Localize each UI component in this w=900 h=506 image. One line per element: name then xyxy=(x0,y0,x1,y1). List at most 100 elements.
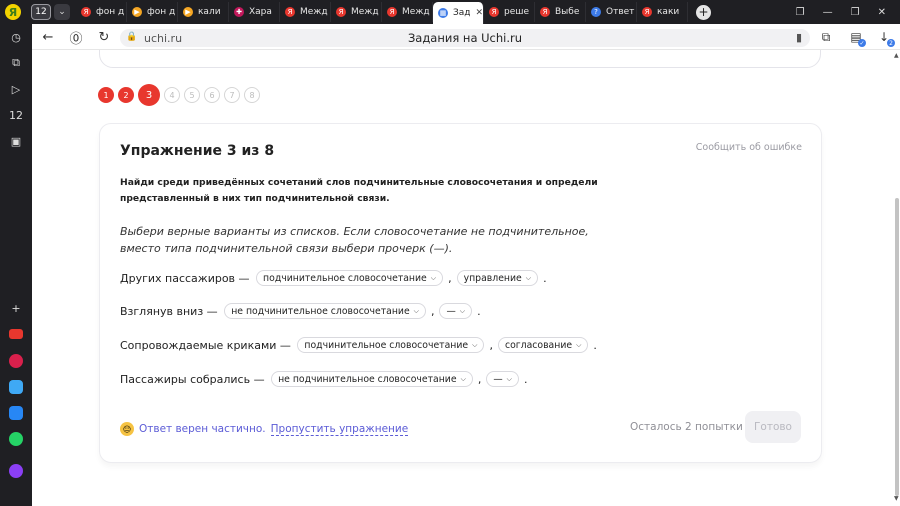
youtube-icon[interactable] xyxy=(8,326,24,342)
window-controls: ❐ — ❐ ✕ xyxy=(796,7,886,18)
minimize-icon[interactable]: — xyxy=(823,7,833,18)
downloads-icon[interactable]: ↓ 2 xyxy=(876,29,895,47)
tab-label: кали xyxy=(198,7,221,17)
chevron-down-icon: ⌵ xyxy=(506,374,512,383)
phrase-kind-select[interactable]: не подчинительное словосочетание ⌵ xyxy=(224,303,426,319)
page-scrollbar[interactable]: ▲ ▼ xyxy=(894,50,900,506)
back-arrow-icon[interactable]: ← xyxy=(40,29,56,45)
address-bar: ← ⓪ ↻ 🔒 uchi.ru Задания на Uchi.ru ▮ ⧉ ▤… xyxy=(32,24,900,50)
messenger-icon[interactable] xyxy=(8,379,24,395)
link-type-select-value: — xyxy=(493,373,503,385)
tab-favicon-icon: Я xyxy=(336,7,346,17)
tab-label: Выбе xyxy=(555,7,580,17)
step-3[interactable]: 3 xyxy=(138,84,160,106)
period: . xyxy=(477,304,481,318)
tab-3[interactable]: ✚ Хара xyxy=(229,2,280,22)
close-window-icon[interactable]: ✕ xyxy=(878,7,886,18)
whatsapp-icon[interactable] xyxy=(8,431,24,447)
tab-6[interactable]: Я Межд xyxy=(382,2,433,22)
browser-sidebar: ◷ ⧉ ▷ 12 ▣ + xyxy=(0,24,32,506)
skip-exercise-link[interactable]: Пропустить упражнение xyxy=(270,423,409,436)
history-icon[interactable]: ◷ xyxy=(8,29,24,45)
tab-10[interactable]: ? Ответ xyxy=(586,2,637,22)
link-type-select[interactable]: управление ⌵ xyxy=(456,270,539,286)
add-panel-icon[interactable]: + xyxy=(8,300,24,316)
vk-icon[interactable] xyxy=(8,405,24,421)
step-7[interactable]: 7 xyxy=(224,87,240,103)
step-4[interactable]: 4 xyxy=(164,87,180,103)
tab-count-button[interactable]: 12 xyxy=(31,4,51,20)
step-6[interactable]: 6 xyxy=(204,87,220,103)
tab-0[interactable]: Яфон д xyxy=(76,2,127,22)
chevron-down-icon: ⌵ xyxy=(460,374,466,383)
chevron-down-icon: ⌵ xyxy=(430,273,437,282)
tab-label: реше xyxy=(504,7,530,17)
bookmarks-icon[interactable]: ⧉ xyxy=(8,55,24,71)
step-8[interactable]: 8 xyxy=(244,87,260,103)
play-icon[interactable]: ▷ xyxy=(8,81,24,97)
phrase-kind-select[interactable]: подчинительное словосочетание ⌵ xyxy=(297,337,485,353)
link-type-select[interactable]: — ⌵ xyxy=(486,371,519,387)
phrase-text: Других пассажиров — xyxy=(120,271,250,285)
maximize-icon[interactable]: ❐ xyxy=(851,7,860,18)
link-type-select[interactable]: — ⌵ xyxy=(439,303,473,319)
scroll-thumb[interactable] xyxy=(895,198,899,496)
chevron-down-icon: ⌵ xyxy=(459,306,466,315)
phrase-kind-select[interactable]: не подчинительное словосочетание ⌵ xyxy=(271,371,473,387)
exercise-row: Других пассажиров — подчинительное слово… xyxy=(120,270,549,286)
scroll-up-icon[interactable]: ▲ xyxy=(894,52,899,59)
step-2[interactable]: 2 xyxy=(118,87,134,103)
period: . xyxy=(523,372,528,386)
comma: , xyxy=(430,304,435,318)
step-5[interactable]: 5 xyxy=(184,87,200,103)
tab-count-sidebar-icon[interactable]: 12 xyxy=(8,107,24,123)
link-type-select-value: управление xyxy=(463,272,522,284)
tab-favicon-icon: ? xyxy=(591,7,601,17)
period: . xyxy=(593,338,597,352)
extension-icon[interactable]: ▤ ✓ xyxy=(848,29,866,47)
hint-text: Выбери верные варианты из списков. Если … xyxy=(120,225,589,255)
tab-2[interactable]: ▶ кали xyxy=(178,2,229,22)
tab-close-icon[interactable]: ✕ xyxy=(476,8,483,18)
collections-icon[interactable]: ❐ xyxy=(796,7,805,18)
phrase-kind-select-value: не подчинительное словосочетание xyxy=(231,305,410,317)
phrase-kind-select[interactable]: подчинительное словосочетание ⌵ xyxy=(256,270,444,286)
reader-mode-icon[interactable]: ⧉ xyxy=(818,29,834,45)
chevron-down-icon: ⌵ xyxy=(525,273,532,282)
exercise-card: Упражнение 3 из 8 Сообщить об ошибке Най… xyxy=(99,123,822,463)
link-type-select[interactable]: согласование ⌵ xyxy=(497,337,589,353)
downloads-badge: 2 xyxy=(887,39,895,47)
alice-icon[interactable] xyxy=(8,463,24,479)
phrase-kind-select-value: подчинительное словосочетание xyxy=(304,339,469,351)
tab-1[interactable]: ▶ фон д xyxy=(127,2,178,22)
url-field[interactable]: 🔒 uchi.ru Задания на Uchi.ru ▮ xyxy=(120,29,810,47)
phrase-text: Взглянув вниз — xyxy=(120,304,218,318)
report-error-link[interactable]: Сообщить об ошибке xyxy=(696,142,802,153)
tab-11[interactable]: Якаки xyxy=(637,2,688,22)
yandex-protect-icon[interactable]: ⓪ xyxy=(68,29,84,47)
new-tab-button[interactable]: + xyxy=(696,4,711,20)
step-1[interactable]: 1 xyxy=(98,87,114,103)
screenshot-icon[interactable]: ▣ xyxy=(8,133,24,149)
phrase-kind-select-value: не подчинительное словосочетание xyxy=(278,373,457,385)
page-content: 12345678 Упражнение 3 из 8 Сообщить об о… xyxy=(32,50,894,506)
scroll-down-icon[interactable]: ▼ xyxy=(894,495,899,502)
done-button[interactable]: Готово xyxy=(745,411,801,443)
browser-logo-icon[interactable]: Я xyxy=(0,0,26,24)
tab-favicon-icon: Я xyxy=(387,7,397,17)
bookmark-icon[interactable]: ▮ xyxy=(796,31,802,44)
tab-9[interactable]: Я Выбе xyxy=(535,2,586,22)
phrase-text: Пассажиры собрались — xyxy=(120,372,265,386)
reload-icon[interactable]: ↻ xyxy=(96,29,112,45)
tab-favicon-icon: Я xyxy=(489,7,499,17)
music-icon[interactable] xyxy=(8,353,24,369)
tab-5[interactable]: Я Межд xyxy=(331,2,382,22)
tab-label: Ответ xyxy=(606,7,635,17)
tab-label: каки xyxy=(657,7,680,17)
tab-7[interactable]: ▦ Зад ✕ xyxy=(433,2,484,24)
tabs-menu-chevron-icon[interactable]: ⌄ xyxy=(54,4,70,20)
tab-8[interactable]: Яреше xyxy=(484,2,535,22)
tab-4[interactable]: Я Межд xyxy=(280,2,331,22)
